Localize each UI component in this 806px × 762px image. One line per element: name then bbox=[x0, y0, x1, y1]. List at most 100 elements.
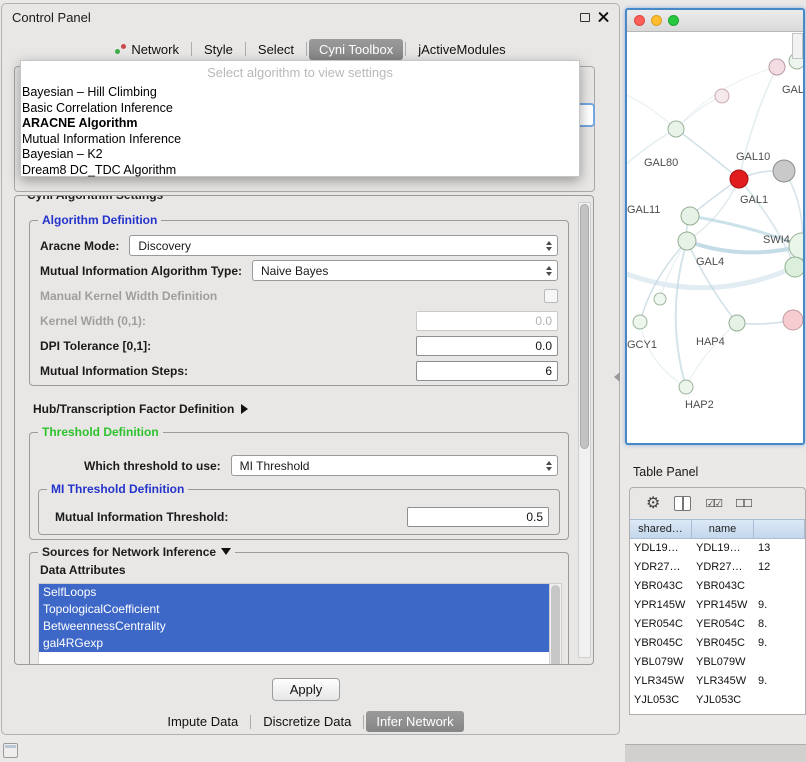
table-row[interactable]: YBL079WYBL079W bbox=[630, 653, 805, 672]
table-panel-title: Table Panel bbox=[633, 465, 698, 479]
tab-separator bbox=[306, 42, 307, 56]
gear-icon[interactable]: ⚙ bbox=[646, 496, 660, 512]
table-row[interactable]: YDL19…YDL19…13 bbox=[630, 539, 805, 558]
network-node[interactable] bbox=[785, 257, 803, 277]
dpi-tolerance-input[interactable] bbox=[416, 336, 558, 356]
algorithm-option[interactable]: Basic Correlation Inference bbox=[21, 101, 579, 117]
kernel-width-input[interactable] bbox=[416, 311, 558, 331]
dropdown-placeholder: Select algorithm to view settings bbox=[21, 61, 579, 85]
minimize-window-icon[interactable] bbox=[651, 15, 662, 26]
close-panel-icon[interactable] bbox=[598, 12, 609, 23]
column-layout-icon[interactable] bbox=[674, 496, 691, 511]
mi-steps-input[interactable] bbox=[416, 361, 558, 381]
deselect-all-icon[interactable]: ☐☐ bbox=[735, 497, 751, 510]
tab-network[interactable]: Network bbox=[105, 39, 189, 60]
network-edge bbox=[627, 93, 676, 129]
threshold-definition-title: Threshold Definition bbox=[38, 425, 163, 439]
mi-threshold-row: Mutual Information Threshold: bbox=[39, 504, 559, 529]
table-row[interactable]: YJL053CYJL053C bbox=[630, 691, 805, 710]
table-row[interactable]: YDR27…YDR27…12 bbox=[630, 558, 805, 577]
select-all-icon[interactable]: ☑☑ bbox=[705, 497, 721, 510]
algorithm-option[interactable]: Mutual Information Inference bbox=[21, 132, 579, 148]
attribute-list-item[interactable]: gal4RGexp bbox=[39, 635, 561, 652]
manual-kernel-label: Manual Kernel Width Definition bbox=[40, 289, 217, 303]
network-node[interactable] bbox=[681, 207, 699, 225]
tab-jactivemodules[interactable]: jActiveModules bbox=[408, 39, 515, 60]
table-column-header[interactable] bbox=[754, 520, 805, 540]
network-node[interactable] bbox=[668, 121, 684, 137]
network-canvas-container[interactable]: GAL80GAL10GAL11GAL1SWI4GAL4GCY1HAP4HAP2G… bbox=[627, 33, 803, 443]
cyni-settings-group: Cyni Algorithm Settings Algorithm Defini… bbox=[14, 195, 594, 665]
table-row[interactable]: YBR045CYBR045C9. bbox=[630, 634, 805, 653]
tab-style[interactable]: Style bbox=[194, 39, 243, 60]
network-node[interactable] bbox=[678, 232, 696, 250]
network-canvas[interactable]: GAL80GAL10GAL11GAL1SWI4GAL4GCY1HAP4HAP2G… bbox=[627, 33, 803, 443]
bottom-tabs: Impute DataDiscretize DataInfer Network bbox=[2, 709, 619, 734]
table-cell: YPR145W bbox=[692, 596, 754, 615]
which-threshold-row: Which threshold to use: MI Threshold bbox=[30, 453, 568, 478]
table-cell: YBR043C bbox=[630, 577, 692, 596]
table-row[interactable]: YBR043CYBR043C bbox=[630, 577, 805, 596]
node-label: HAP2 bbox=[685, 399, 714, 411]
attribute-list-item[interactable]: BetweennessCentrality bbox=[39, 618, 561, 635]
hub-transcription-factor-section[interactable]: Hub/Transcription Factor Definition bbox=[33, 402, 248, 416]
bottom-tab-impute-data[interactable]: Impute Data bbox=[157, 711, 248, 732]
scrollbar-thumb[interactable] bbox=[551, 585, 560, 665]
bottom-tab-discretize-data[interactable]: Discretize Data bbox=[253, 711, 361, 732]
sources-group-title[interactable]: Sources for Network Inference bbox=[38, 545, 235, 559]
algorithm-dropdown-list: Select algorithm to view settings Bayesi… bbox=[20, 60, 580, 177]
float-window-icon[interactable] bbox=[580, 13, 590, 22]
table-toolbar: ⚙ ☑☑ ☐☐ bbox=[630, 488, 805, 519]
attribute-list-item[interactable]: TopologicalCoefficient bbox=[39, 601, 561, 618]
settings-scrollbar[interactable] bbox=[578, 202, 591, 658]
apply-button[interactable]: Apply bbox=[272, 678, 340, 701]
network-node[interactable] bbox=[679, 380, 693, 394]
table-column-header[interactable]: name bbox=[692, 520, 754, 540]
node-label: GAL4 bbox=[696, 256, 724, 268]
threshold-definition-group: Threshold Definition Which threshold to … bbox=[29, 432, 569, 540]
network-node[interactable] bbox=[783, 310, 803, 330]
node-label: GCY1 bbox=[627, 339, 657, 351]
network-node[interactable] bbox=[633, 315, 647, 329]
table-cell: YBL079W bbox=[692, 653, 754, 672]
data-attributes-label: Data Attributes bbox=[40, 563, 126, 577]
tab-cyni-toolbox[interactable]: Cyni Toolbox bbox=[309, 39, 403, 60]
splitter-handle-icon[interactable] bbox=[614, 372, 620, 382]
algorithm-option[interactable]: ARACNE Algorithm bbox=[21, 116, 579, 132]
panel-dock-icon[interactable] bbox=[3, 743, 18, 758]
algorithm-definition-group: Algorithm Definition Aracne Mode: Discov… bbox=[29, 220, 569, 386]
manual-kernel-checkbox[interactable] bbox=[544, 289, 558, 303]
scrollbar-thumb[interactable] bbox=[580, 204, 589, 449]
network-node[interactable] bbox=[715, 89, 729, 103]
network-scrollbar[interactable] bbox=[792, 33, 803, 59]
attribute-list[interactable]: SelfLoopsTopologicalCoefficientBetweenne… bbox=[38, 583, 562, 665]
network-edge bbox=[676, 129, 739, 179]
network-node[interactable] bbox=[730, 170, 748, 188]
mi-threshold-input[interactable] bbox=[407, 507, 549, 527]
close-window-icon[interactable] bbox=[634, 15, 645, 26]
network-node[interactable] bbox=[729, 315, 745, 331]
which-threshold-select[interactable]: MI Threshold bbox=[231, 455, 558, 476]
bottom-tab-infer-network[interactable]: Infer Network bbox=[366, 711, 463, 732]
aracne-mode-select[interactable]: Discovery bbox=[129, 235, 558, 256]
algorithm-option[interactable]: Dream8 DC_TDC Algorithm bbox=[21, 163, 579, 179]
network-node[interactable] bbox=[769, 59, 785, 75]
network-node[interactable] bbox=[654, 293, 666, 305]
algorithm-option[interactable]: Bayesian – K2 bbox=[21, 147, 579, 163]
network-node[interactable] bbox=[773, 160, 795, 182]
attribute-list-scrollbar[interactable] bbox=[549, 584, 561, 665]
attribute-list-item[interactable]: SelfLoops bbox=[39, 584, 561, 601]
table-row[interactable]: YER054CYER054C8. bbox=[630, 615, 805, 634]
zoom-window-icon[interactable] bbox=[668, 15, 679, 26]
tab-select[interactable]: Select bbox=[248, 39, 304, 60]
control-panel-titlebar: Control Panel bbox=[2, 4, 619, 31]
node-label: GAL11 bbox=[627, 204, 660, 216]
network-node[interactable] bbox=[789, 233, 803, 259]
table-row[interactable]: YPR145WYPR145W9. bbox=[630, 596, 805, 615]
table-column-header[interactable]: shared… bbox=[630, 520, 692, 540]
algorithm-option[interactable]: Bayesian – Hill Climbing bbox=[21, 85, 579, 101]
table-cell: YLR345W bbox=[630, 672, 692, 691]
table-row[interactable]: YLR345WYLR345W9. bbox=[630, 672, 805, 691]
network-edge bbox=[687, 241, 737, 323]
mi-algorithm-type-select[interactable]: Naive Bayes bbox=[252, 260, 558, 281]
